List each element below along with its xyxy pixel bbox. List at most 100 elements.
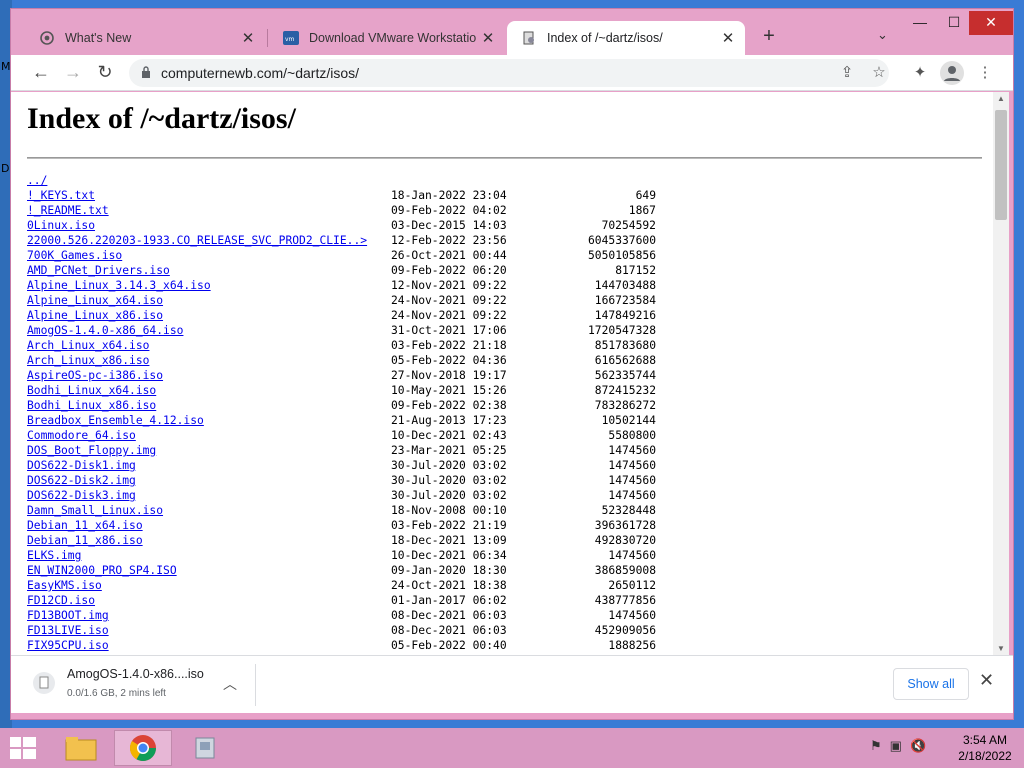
file-link[interactable]: Commodore_64.iso: [27, 429, 136, 442]
chevron-down-icon[interactable]: ⌄: [877, 27, 888, 43]
file-link[interactable]: Damn_Small_Linux.iso: [27, 504, 163, 517]
file-link[interactable]: 0Linux.iso: [27, 219, 95, 232]
new-tab-icon[interactable]: +: [757, 25, 781, 49]
file-link[interactable]: Arch_Linux_x64.iso: [27, 339, 149, 352]
windows-start-icon[interactable]: [8, 734, 38, 762]
minimize-icon[interactable]: —: [903, 11, 937, 35]
vmware-icon: vm: [283, 30, 299, 46]
file-explorer-icon[interactable]: [52, 730, 110, 766]
scroll-up-icon[interactable]: ▲: [997, 94, 1005, 103]
file-link[interactable]: 700K_Games.iso: [27, 249, 122, 262]
file-link[interactable]: DOS622-Disk3.img: [27, 489, 136, 502]
file-size: 2650112: [608, 579, 656, 592]
file-link[interactable]: AspireOS-pc-i386.iso: [27, 369, 163, 382]
file-date: 24-Nov-2021 09:22: [391, 294, 507, 307]
installer-icon[interactable]: [176, 730, 234, 766]
file-size: 386859008: [594, 564, 656, 577]
file-date: 03-Dec-2015 14:03: [391, 219, 507, 232]
file-size: 649: [635, 189, 656, 202]
page-content: Index of /~dartz/isos/ ../ !_KEYS.txt 18-…: [11, 92, 993, 655]
window-close-icon[interactable]: ✕: [969, 11, 1013, 35]
file-icon: [33, 672, 55, 694]
url-text[interactable]: computernewb.com/~dartz/isos/: [161, 65, 359, 81]
file-link[interactable]: FIX95CPU.iso: [27, 639, 109, 652]
file-link[interactable]: Bodhi_Linux_x64.iso: [27, 384, 156, 397]
tab-whats-new[interactable]: What's New ✕: [25, 21, 265, 55]
file-size: 1474560: [608, 444, 656, 457]
file-size: 1867: [628, 204, 656, 217]
file-link[interactable]: DOS_Boot_Floppy.img: [27, 444, 156, 457]
chevron-up-icon[interactable]: ︿: [223, 674, 237, 694]
action-center-flag-icon[interactable]: ⚑: [870, 738, 882, 758]
maximize-icon[interactable]: ☐: [937, 11, 971, 35]
file-size: 70254592: [601, 219, 656, 232]
tab-title: Index of /~dartz/isos/: [547, 31, 663, 45]
tab-index-of-isos[interactable]: Index of /~dartz/isos/ ✕: [507, 21, 745, 55]
file-size: 872415232: [594, 384, 656, 397]
forward-icon[interactable]: →: [61, 61, 85, 85]
file-date: 09-Feb-2022 06:20: [391, 264, 507, 277]
scrollbar-thumb[interactable]: [995, 110, 1007, 220]
network-icon[interactable]: ▣: [890, 738, 902, 758]
share-icon[interactable]: ⇪: [837, 63, 857, 83]
file-link[interactable]: DOS622-Disk1.img: [27, 459, 136, 472]
profile-avatar-icon[interactable]: [940, 61, 964, 85]
scroll-down-icon[interactable]: ▼: [997, 644, 1005, 653]
download-file-name[interactable]: AmogOS-1.4.0-x86....iso: [67, 667, 204, 681]
tab-download-vmware[interactable]: vm Download VMware Workstation ✕: [269, 21, 505, 55]
tab-title: Download VMware Workstation: [309, 31, 477, 45]
file-size: 166723584: [594, 294, 656, 307]
tab-title: What's New: [65, 31, 132, 45]
close-icon[interactable]: ✕: [979, 670, 994, 691]
file-link[interactable]: Alpine_Linux_x86.iso: [27, 309, 163, 322]
file-link[interactable]: ELKS.img: [27, 549, 81, 562]
close-icon[interactable]: ✕: [237, 29, 259, 47]
file-size: 851783680: [594, 339, 656, 352]
lock-icon[interactable]: [141, 66, 151, 78]
file-size: 147849216: [594, 309, 656, 322]
file-link[interactable]: !_KEYS.txt: [27, 189, 95, 202]
file-date: 10-May-2021 15:26: [391, 384, 507, 397]
file-link[interactable]: Debian_11_x64.iso: [27, 519, 143, 532]
file-link[interactable]: Breadbox_Ensemble_4.12.iso: [27, 414, 204, 427]
file-link[interactable]: EasyKMS.iso: [27, 579, 102, 592]
volume-muted-icon[interactable]: 🔇: [910, 738, 926, 758]
bookmark-star-icon[interactable]: ☆: [869, 63, 889, 83]
show-all-button[interactable]: Show all: [893, 668, 969, 700]
file-link[interactable]: Alpine_Linux_3.14.3_x64.iso: [27, 279, 211, 292]
file-size: 783286272: [594, 399, 656, 412]
file-date: 24-Nov-2021 09:22: [391, 309, 507, 322]
file-link[interactable]: FD12CD.iso: [27, 594, 95, 607]
file-link[interactable]: DOS622-Disk2.img: [27, 474, 136, 487]
file-link[interactable]: FD13LIVE.iso: [27, 624, 109, 637]
vertical-scrollbar[interactable]: ▲ ▼: [993, 92, 1009, 655]
kebab-menu-icon[interactable]: ⋮: [974, 63, 996, 85]
back-icon[interactable]: ←: [29, 61, 53, 85]
close-icon[interactable]: ✕: [477, 29, 499, 47]
close-icon[interactable]: ✕: [717, 29, 739, 47]
file-link[interactable]: !_README.txt: [27, 204, 109, 217]
file-link[interactable]: EN_WIN2000_PRO_SP4.ISO: [27, 564, 177, 577]
parent-directory-link[interactable]: ../: [27, 174, 47, 187]
file-link[interactable]: Arch_Linux_x86.iso: [27, 354, 149, 367]
desktop-icon-glyph[interactable]: D: [1, 162, 9, 175]
address-bar[interactable]: computernewb.com/~dartz/isos/ ⇪ ☆: [129, 59, 889, 87]
file-date: 12-Feb-2022 23:56: [391, 234, 507, 247]
extensions-icon[interactable]: ✦: [909, 63, 931, 85]
file-link[interactable]: Bodhi_Linux_x86.iso: [27, 399, 156, 412]
file-size: 616562688: [594, 354, 656, 367]
reload-icon[interactable]: ↻: [93, 61, 117, 85]
file-size: 5580800: [608, 429, 656, 442]
clock[interactable]: 3:54 AM 2/18/2022: [950, 732, 1020, 764]
file-link[interactable]: AMD_PCNet_Drivers.iso: [27, 264, 170, 277]
file-date: 18-Jan-2022 23:04: [391, 189, 507, 202]
file-link[interactable]: Alpine_Linux_x64.iso: [27, 294, 163, 307]
file-date: 18-Dec-2021 13:09: [391, 534, 507, 547]
file-size: 492830720: [594, 534, 656, 547]
file-link[interactable]: 22000.526.220203-1933.CO_RELEASE_SVC_PRO…: [27, 234, 367, 247]
chrome-taskbar-icon[interactable]: [114, 730, 172, 766]
file-link[interactable]: AmogOS-1.4.0-x86_64.iso: [27, 324, 183, 337]
download-shelf: AmogOS-1.4.0-x86....iso 0.0/1.6 GB, 2 mi…: [11, 655, 1013, 713]
file-link[interactable]: FD13BOOT.img: [27, 609, 109, 622]
file-link[interactable]: Debian_11_x86.iso: [27, 534, 143, 547]
